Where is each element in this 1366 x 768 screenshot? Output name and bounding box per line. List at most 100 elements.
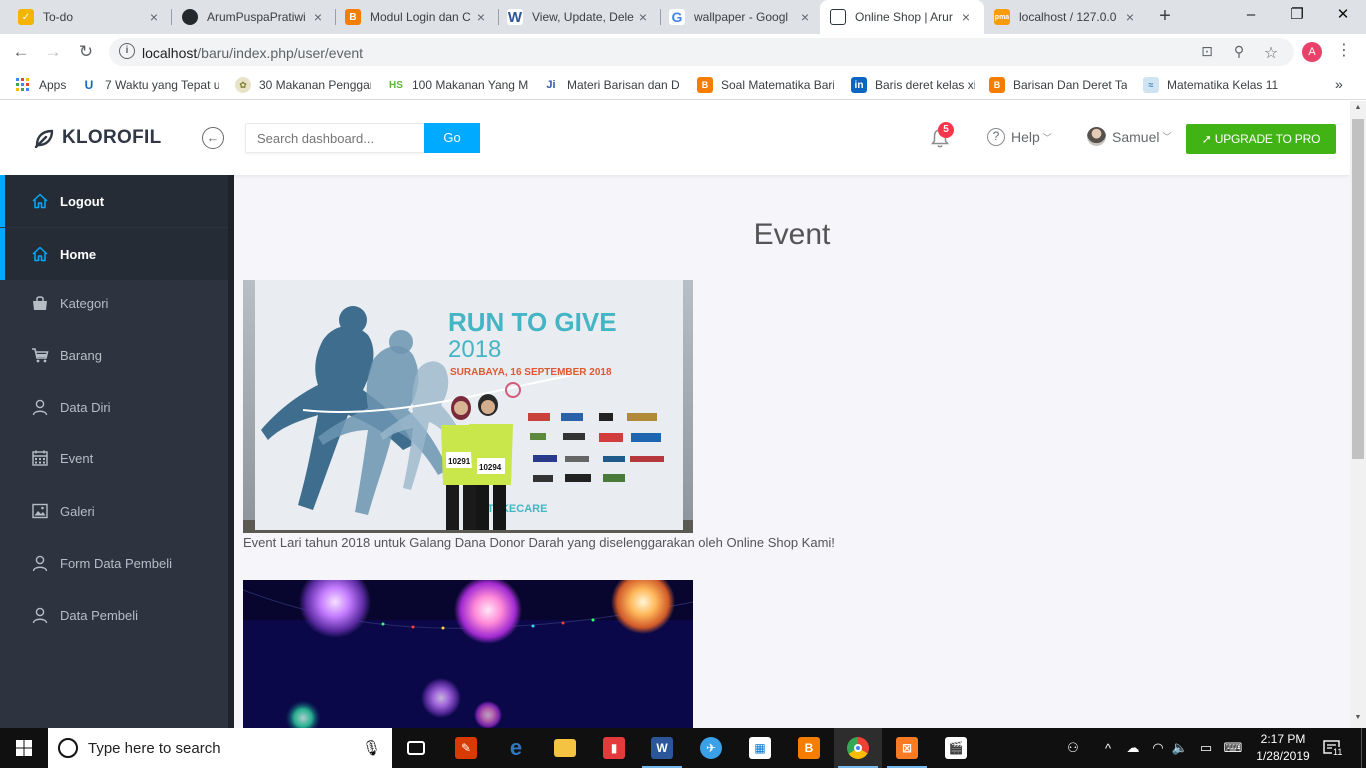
close-icon[interactable]: × (1122, 9, 1138, 25)
profile-avatar[interactable]: A (1302, 42, 1322, 62)
forward-arrow-icon[interactable]: → (41, 40, 65, 64)
show-desktop-button[interactable] (1361, 728, 1366, 768)
sidebar-item-form-data-pembeli[interactable]: Form Data Pembeli (0, 537, 228, 589)
sidebar-item-data-pembeli[interactable]: Data Pembeli (0, 589, 228, 641)
banner-year: 2018 (448, 336, 501, 363)
wifi-icon[interactable]: ◠ (1148, 728, 1168, 768)
sidebar-item-barang[interactable]: Barang (0, 329, 228, 381)
bookmark-apps[interactable]: Apps (15, 76, 71, 94)
bookmark-item[interactable]: in Baris deret kelas xi (851, 76, 975, 94)
keyboard-icon[interactable]: ⌨ (1220, 728, 1246, 768)
sidebar-item-event[interactable]: Event (0, 432, 228, 484)
minimize-button[interactable]: – (1228, 0, 1274, 34)
browser-tab-active[interactable]: Online Shop | Arur × (820, 0, 984, 34)
bookmark-star-icon[interactable]: ☆ (1261, 43, 1281, 62)
people-icon[interactable]: ⚇ (1062, 728, 1084, 768)
close-window-button[interactable]: ✕ (1320, 0, 1366, 34)
help-dropdown[interactable]: ? Help ﹀ (987, 128, 1052, 146)
scrollbar-thumb[interactable] (1352, 119, 1364, 459)
microphone-icon[interactable]: 🎙 (362, 739, 381, 757)
app-blue-icon[interactable]: ✈ (687, 728, 735, 768)
reader-app-icon[interactable]: ✎ (442, 728, 490, 768)
video-editor-icon[interactable]: 🎬 (932, 728, 980, 768)
taskbar-search-box[interactable]: Type here to search 🎙 (48, 728, 392, 768)
scroll-up-arrow-icon[interactable]: ▲ (1353, 104, 1363, 111)
bookmark-item[interactable]: B Barisan Dan Deret Tak (989, 76, 1127, 94)
browser-tab[interactable]: G wallpaper - Googl × (659, 0, 823, 34)
store-icon[interactable]: ▦ (736, 728, 784, 768)
bookmark-item[interactable]: ≈ Matematika Kelas 11 (1143, 76, 1279, 94)
page-scrollbar[interactable]: ▲ ▼ (1350, 101, 1366, 728)
tab-title: To-do (43, 10, 74, 24)
site-info-icon[interactable]: i (119, 43, 135, 59)
scroll-down-arrow-icon[interactable]: ▼ (1353, 714, 1363, 721)
close-icon[interactable]: × (310, 9, 326, 25)
sidebar-item-galeri[interactable]: Galeri (0, 485, 228, 537)
home-icon (32, 193, 48, 209)
browser-tab[interactable]: ArumPuspaPratiwi × (172, 0, 336, 34)
user-dropdown[interactable]: Samuel ﹀ (1087, 127, 1171, 146)
close-icon[interactable]: × (958, 9, 974, 25)
browser-tab[interactable]: ✓ To-do × (8, 0, 172, 34)
go-button[interactable]: Go (424, 123, 480, 153)
zoom-icon[interactable]: ⚲ (1229, 43, 1249, 61)
chrome-taskbar-icon[interactable] (834, 728, 882, 768)
clock-time: 2:17 PM (1260, 732, 1306, 746)
close-icon[interactable]: × (473, 9, 489, 25)
volume-icon[interactable]: 🔈 (1170, 728, 1190, 768)
blogger-taskbar-icon[interactable]: B (785, 728, 833, 768)
action-center-icon[interactable]: 11 (1322, 738, 1344, 758)
brand-logo[interactable]: KLOROFIL (34, 127, 162, 149)
translate-icon[interactable]: ⊡ (1197, 43, 1217, 61)
page-viewport: KLOROFIL ← Go 5 ? Help ﹀ Samuel ﹀ ➚ UPGR… (0, 101, 1350, 728)
chevron-up-icon[interactable]: ^ (1098, 728, 1118, 768)
sidebar-item-home[interactable]: Home (0, 228, 228, 280)
event-photo-run-to-give: RUN TO GIVE 2018 SURABAYA, 16 SEPTEMBER … (243, 280, 693, 533)
bookmark-item[interactable]: U 7 Waktu yang Tepat u (81, 76, 219, 94)
sidebar-item-kategori[interactable]: Kategori (0, 277, 228, 329)
reload-icon[interactable]: ↻ (74, 40, 98, 64)
restore-button[interactable]: ❐ (1274, 0, 1320, 34)
sidebar-item-logout[interactable]: Logout (0, 175, 228, 227)
onedrive-icon[interactable]: ☁ (1122, 728, 1144, 768)
run-to-give-photo: RUN TO GIVE 2018 SURABAYA, 16 SEPTEMBER … (243, 280, 693, 533)
search-input[interactable] (245, 123, 425, 153)
file-explorer-icon[interactable] (541, 728, 589, 768)
close-icon[interactable]: × (797, 9, 813, 25)
bookmark-item[interactable]: ✿ 30 Makanan Penggan (235, 76, 371, 94)
word-taskbar-icon[interactable]: W (638, 728, 686, 768)
github-icon (182, 9, 198, 25)
bookmarks-overflow-icon[interactable]: » (1335, 76, 1343, 92)
calendar-icon (32, 450, 48, 466)
sidebar-item-data-diri[interactable]: Data Diri (0, 381, 228, 433)
browser-tab[interactable]: pma localhost / 127.0.0 × (984, 0, 1148, 34)
xampp-icon[interactable]: ⊠ (883, 728, 931, 768)
url-path: /baru/index.php/user/event (197, 45, 364, 61)
taskbar-clock[interactable]: 2:17 PM 1/28/2019 (1248, 731, 1318, 765)
app-red-icon[interactable]: ▮ (590, 728, 638, 768)
new-tab-button[interactable]: + (1153, 5, 1177, 29)
back-arrow-icon[interactable]: ← (9, 40, 33, 64)
task-view-icon[interactable] (392, 728, 440, 768)
apps-icon (15, 77, 31, 93)
browser-tab[interactable]: B Modul Login dan C × (335, 0, 499, 34)
food-icon: ✿ (235, 77, 251, 93)
bookmark-item[interactable]: Ji Materi Barisan dan D (543, 76, 680, 94)
bookmark-label: Apps (39, 78, 67, 92)
battery-icon[interactable]: ▭ (1194, 728, 1218, 768)
edge-icon[interactable]: e (492, 728, 540, 768)
browser-tab[interactable]: W View, Update, Dele × (497, 0, 661, 34)
upgrade-to-pro-button[interactable]: ➚ UPGRADE TO PRO (1186, 124, 1336, 154)
windows-start-button[interactable] (0, 728, 48, 768)
close-icon[interactable]: × (146, 9, 162, 25)
bookmark-item[interactable]: B Soal Matematika Bari (697, 76, 834, 94)
close-icon[interactable]: × (635, 9, 651, 25)
tab-title: Online Shop | Arur (855, 10, 953, 24)
cart-icon (32, 348, 49, 363)
ji-icon: Ji (546, 79, 556, 91)
sidebar-item-label: Form Data Pembeli (60, 555, 172, 571)
address-bar[interactable]: i localhost/baru/index.php/user/event ⊡ … (109, 38, 1294, 66)
sidebar-toggle-arrow-icon[interactable]: ← (202, 127, 224, 149)
bookmark-item[interactable]: HS 100 Makanan Yang M (388, 76, 528, 94)
browser-menu-icon[interactable]: ⋮ (1336, 40, 1352, 60)
